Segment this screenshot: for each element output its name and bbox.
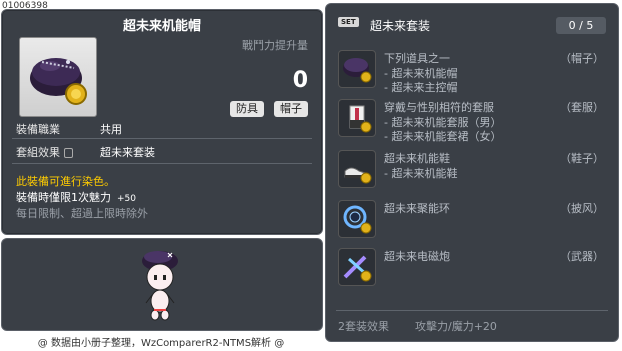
item-icon-frame	[19, 37, 97, 117]
set-item-sub: - 超未来主控帽	[384, 81, 458, 94]
set-name: 超未来套装	[370, 19, 431, 33]
divider	[336, 310, 608, 311]
job-row: 裝備職業 共用	[16, 121, 122, 137]
dye-notice: 此裝備可進行染色。	[16, 175, 115, 188]
set-item-title: 下列道具之一	[384, 52, 450, 65]
set-effect-label: 套組效果	[16, 144, 100, 160]
beret-hat-icon	[30, 58, 87, 105]
set-item-category: （鞋子）	[560, 152, 604, 165]
ring-icon	[338, 200, 376, 238]
set-item-category: （披风）	[560, 202, 604, 215]
set-badge: SET	[338, 17, 359, 27]
suit-icon	[338, 99, 376, 137]
item-tooltip-panel: 超未来机能帽 戰鬥力提升量 0 防具 帽子 裝備職業 共用 套組效果 超未来套装 此…	[1, 9, 323, 235]
divider	[12, 163, 312, 164]
set-bonus-value: +20	[473, 320, 497, 333]
set-item-cape: 超未来聚能环 （披风）	[338, 200, 610, 238]
set-item-category: （武器）	[560, 250, 604, 263]
set-item-sub: - 超未来机能鞋	[384, 167, 458, 180]
set-bonus-stat: 攻擊力/魔力	[415, 320, 474, 333]
set-effect-row: 套組效果 超未来套装	[16, 144, 155, 160]
equip-bonus: 裝備時僅限1次魅力 +50	[16, 191, 136, 204]
set-item-title: 超未来机能鞋	[384, 152, 450, 165]
set-item-title: 超未来电磁炮	[384, 250, 450, 263]
set-item-title: 超未来聚能环	[384, 202, 450, 215]
item-title: 超未来机能帽	[122, 19, 201, 34]
divider	[12, 138, 312, 139]
combat-power-value: 0	[292, 68, 308, 93]
set-item-suit: 穿戴与性别相符的套服 - 超未来机能套服（男） - 超未来机能套裙（女） （套服…	[338, 99, 610, 145]
set-bonus-label: 2套装效果	[338, 320, 389, 333]
set-item-shoes: 超未来机能鞋 - 超未来机能鞋 （鞋子）	[338, 150, 610, 188]
set-count: 0 / 5	[556, 17, 606, 34]
combat-power-label: 戰鬥力提升量	[242, 39, 308, 52]
set-effect-value: 超未来套装	[100, 146, 155, 159]
set-bonus: 2套装效果 攻擊力/魔力+20	[338, 318, 497, 334]
daily-limit-notice: 每日限制、超過上限時除外	[16, 207, 148, 220]
shoes-icon	[338, 150, 376, 188]
lock-icon	[64, 148, 73, 158]
character-preview-panel	[1, 238, 323, 331]
set-panel: SET 超未来套装 0 / 5 下列道具之一 - 超未来机能帽 - 超未来主控帽…	[325, 3, 619, 342]
railgun-icon	[338, 248, 376, 286]
set-item-hat: 下列道具之一 - 超未来机能帽 - 超未来主控帽 （帽子）	[338, 50, 610, 96]
job-label: 裝備職業	[16, 123, 60, 136]
set-item-title: 穿戴与性别相符的套服	[384, 101, 494, 114]
footer-credit: @ 数据由小册子整理，WzComparerR2-NTMS解析 @	[37, 338, 285, 349]
hat-icon	[338, 50, 376, 88]
set-item-weapon: 超未来电磁炮 （武器）	[338, 248, 610, 286]
character-avatar	[142, 251, 178, 321]
set-item-sub: - 超未来机能套裙（女）	[384, 130, 502, 143]
set-item-category: （套服）	[560, 101, 604, 114]
set-item-category: （帽子）	[560, 52, 604, 65]
tag-hat: 帽子	[274, 101, 308, 117]
tag-armor: 防具	[230, 101, 264, 117]
job-value: 共用	[100, 123, 122, 136]
